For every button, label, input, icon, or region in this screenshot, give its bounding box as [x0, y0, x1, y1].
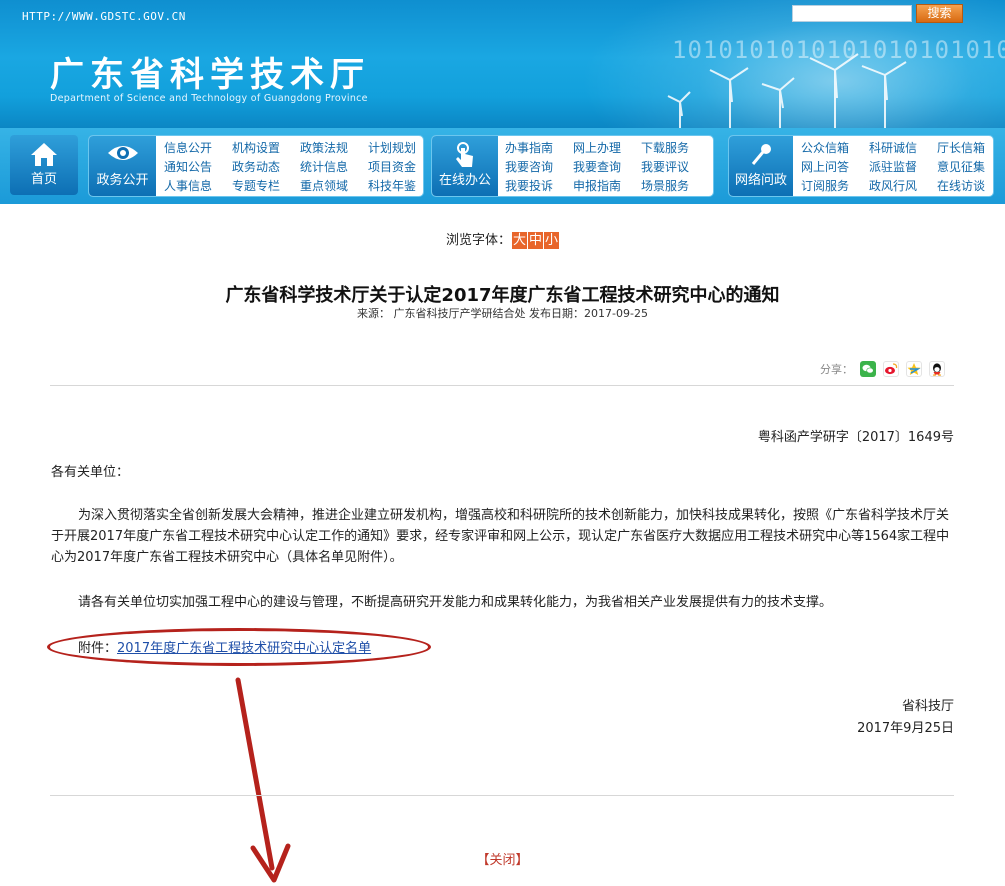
- nav-group-zxbg: 在线办公 办事指南 网上办理 下载服务 我要咨询 我要查询 我要评议 我要投诉 …: [431, 135, 714, 197]
- nav-link-wycx[interactable]: 我要查询: [573, 158, 641, 176]
- divider-bottom: [50, 795, 954, 796]
- touch-hand-icon: [456, 142, 473, 167]
- nav-zxbg-button[interactable]: 在线办公: [432, 136, 498, 196]
- wind-turbines-decoration: [667, 53, 907, 128]
- nav-home-label: 首页: [30, 172, 57, 187]
- font-size-label: 浏览字体：: [445, 233, 511, 248]
- microphone-icon: [751, 144, 771, 165]
- annotation-ellipse: [47, 628, 431, 666]
- nav-home-group: 首页: [10, 135, 80, 197]
- nav-group-zwgk: 政务公开 信息公开 机构设置 政策法规 计划规划 通知公告 政务动态 统计信息 …: [88, 135, 424, 197]
- wechat-share-icon[interactable]: [860, 361, 876, 377]
- nav-link-zwdt[interactable]: 政务动态: [232, 158, 300, 176]
- nav-link-ztzl[interactable]: 专题专栏: [232, 177, 300, 195]
- nav-link-zfhf[interactable]: 政风行风: [869, 177, 937, 195]
- divider-top: [50, 385, 954, 386]
- main-nav: 首页 政务公开 信息公开 机构设置 政策法规 计划规划 通知公告 政务动态 统计…: [0, 128, 1005, 204]
- nav-link-gzxx[interactable]: 公众信箱: [801, 139, 869, 157]
- site-url: HTTP://WWW.GDSTC.GOV.CN: [22, 10, 186, 23]
- nav-link-wyzx[interactable]: 我要咨询: [505, 158, 573, 176]
- nav-link-cjfw[interactable]: 场景服务: [641, 177, 709, 195]
- nav-zxbg-links: 办事指南 网上办理 下载服务 我要咨询 我要查询 我要评议 我要投诉 申报指南 …: [505, 139, 709, 195]
- font-size-small-button[interactable]: 小: [544, 232, 559, 249]
- nav-link-sbzn[interactable]: 申报指南: [573, 177, 641, 195]
- nav-zxbg-label: 在线办公: [438, 173, 491, 188]
- nav-group-wlwz: 网络问政 公众信箱 科研诚信 厅长信箱 网上问答 派驻监督 意见征集 订阅服务 …: [728, 135, 994, 197]
- nav-link-jgsz[interactable]: 机构设置: [232, 139, 300, 157]
- nav-zwgk-button[interactable]: 政务公开: [89, 136, 156, 196]
- nav-link-dyfw[interactable]: 订阅服务: [801, 177, 869, 195]
- nav-link-wswd[interactable]: 网上问答: [801, 158, 869, 176]
- nav-wlwz-links: 公众信箱 科研诚信 厅长信箱 网上问答 派驻监督 意见征集 订阅服务 政风行风 …: [801, 139, 997, 195]
- nav-wlwz-label: 网络问政: [734, 173, 787, 188]
- body-paragraph-2: 请各有关单位切实加强工程中心的建设与管理，不断提高研究开发能力和成果转化能力，为…: [78, 595, 833, 610]
- weibo-share-icon[interactable]: [883, 361, 899, 377]
- site-subtitle: Department of Science and Technology of …: [50, 93, 368, 104]
- share-bar: 分享：: [820, 361, 945, 377]
- body-paragraph-1: 为深入贯彻落实全省创新发展大会精神，推进企业建立研发机构，增强高校和科研院所的技…: [51, 508, 950, 565]
- site-title: 广东省科学技术厅: [50, 55, 370, 95]
- nav-wlwz-button[interactable]: 网络问政: [729, 136, 793, 196]
- font-size-medium-button[interactable]: 中: [528, 232, 543, 249]
- nav-link-xxgk[interactable]: 信息公开: [164, 139, 232, 157]
- home-icon: [31, 143, 57, 166]
- nav-link-bszn[interactable]: 办事指南: [505, 139, 573, 157]
- nav-link-zdly[interactable]: 重点领域: [300, 177, 368, 195]
- nav-link-wsbl[interactable]: 网上办理: [573, 139, 641, 157]
- nav-link-wypy[interactable]: 我要评议: [641, 158, 709, 176]
- article-title: 广东省科学技术厅关于认定2017年度广东省工程技术研究中心的通知: [225, 285, 780, 306]
- nav-link-xzfw[interactable]: 下载服务: [641, 139, 709, 157]
- nav-home-button[interactable]: 首页: [10, 135, 78, 195]
- nav-link-zxft[interactable]: 在线访谈: [937, 177, 997, 195]
- font-size-large-button[interactable]: 大: [512, 232, 527, 249]
- qzone-share-icon[interactable]: [906, 361, 922, 377]
- nav-link-tjxx[interactable]: 统计信息: [300, 158, 368, 176]
- nav-link-yjzj[interactable]: 意见征集: [937, 158, 997, 176]
- eye-icon: [107, 146, 138, 160]
- search-button[interactable]: 搜索: [916, 4, 963, 23]
- nav-zwgk-links: 信息公开 机构设置 政策法规 计划规划 通知公告 政务动态 统计信息 项目资金 …: [164, 139, 424, 195]
- article-meta: 来源： 广东省科技厅产学研结合处 发布日期：2017-09-25: [357, 307, 648, 320]
- font-size-selector: 浏览字体：大中小: [0, 229, 1005, 249]
- nav-link-wyts[interactable]: 我要投诉: [505, 177, 573, 195]
- addressee: 各有关单位：: [51, 465, 130, 480]
- search-input[interactable]: [792, 5, 912, 22]
- share-label: 分享：: [820, 363, 853, 376]
- nav-link-kjnj[interactable]: 科技年鉴: [368, 177, 424, 195]
- nav-link-tzxx[interactable]: 厅长信箱: [937, 139, 997, 157]
- nav-link-rsxx[interactable]: 人事信息: [164, 177, 232, 195]
- nav-link-pzjd[interactable]: 派驻监督: [869, 158, 937, 176]
- site-header: 1010101010101010101010 HTTP://WWW.GDSTC.…: [0, 0, 1005, 128]
- nav-link-tzgg[interactable]: 通知公告: [164, 158, 232, 176]
- qq-share-icon[interactable]: [929, 361, 945, 377]
- nav-link-jhgh[interactable]: 计划规划: [368, 139, 424, 157]
- sign-date: 2017年9月25日: [857, 721, 954, 736]
- close-button[interactable]: 【关闭】: [0, 849, 1005, 868]
- nav-link-xmzj[interactable]: 项目资金: [368, 158, 424, 176]
- nav-link-zcfg[interactable]: 政策法规: [300, 139, 368, 157]
- nav-zwgk-label: 政务公开: [96, 173, 149, 188]
- nav-link-kycx[interactable]: 科研诚信: [869, 139, 937, 157]
- document-number: 粤科函产学研字〔2017〕1649号: [757, 430, 954, 445]
- signer: 省科技厅: [901, 699, 954, 714]
